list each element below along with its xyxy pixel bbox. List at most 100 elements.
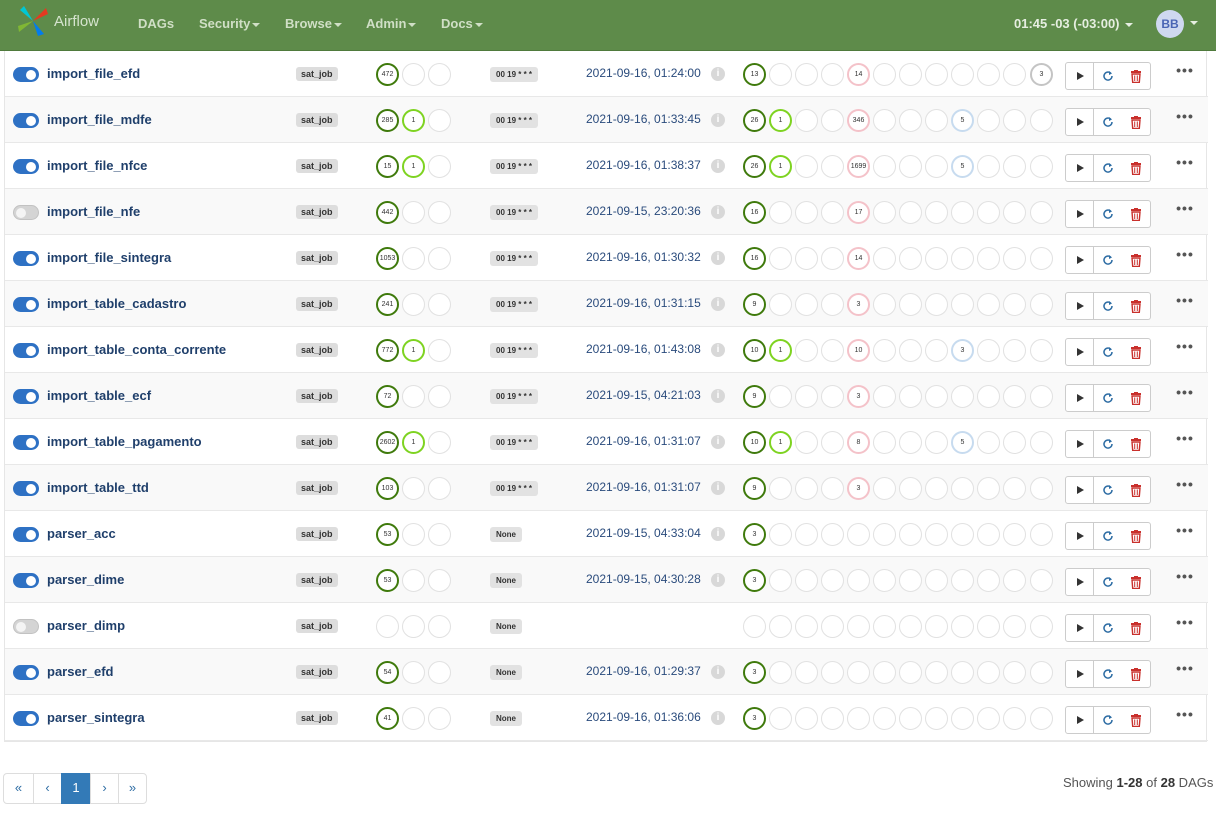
run-status-running[interactable]: 1: [402, 155, 425, 178]
dag-tag[interactable]: sat_job: [296, 67, 338, 81]
task-status-removed[interactable]: [925, 247, 948, 270]
task-status-deferred[interactable]: [977, 523, 1000, 546]
trigger-dag-button[interactable]: [1065, 706, 1094, 734]
task-status-failed[interactable]: [847, 615, 870, 638]
task-status-sensing[interactable]: [1003, 247, 1026, 270]
task-status-queued[interactable]: [795, 109, 818, 132]
nav-security[interactable]: Security: [199, 16, 261, 31]
task-status-queued[interactable]: [795, 247, 818, 270]
refresh-dag-button[interactable]: [1094, 108, 1123, 136]
last-run-link[interactable]: 2021-09-16, 01:43:08: [586, 342, 701, 356]
next-page-button[interactable]: ›: [90, 773, 119, 804]
schedule-badge[interactable]: None: [490, 573, 522, 588]
task-status-skipped[interactable]: [951, 707, 974, 730]
run-status-success[interactable]: 53: [376, 523, 399, 546]
task-status-up_for_retry[interactable]: [821, 523, 844, 546]
task-status-sensing[interactable]: [1003, 63, 1026, 86]
task-status-queued[interactable]: [795, 661, 818, 684]
run-status-running[interactable]: [402, 477, 425, 500]
dag-tag[interactable]: sat_job: [296, 435, 338, 449]
schedule-badge[interactable]: 00 19 * * *: [490, 297, 539, 312]
last-run-link[interactable]: 2021-09-15, 04:33:04: [586, 526, 701, 540]
run-status-failed[interactable]: [428, 247, 451, 270]
task-status-skipped[interactable]: 5: [951, 109, 974, 132]
task-status-scheduled[interactable]: [899, 661, 922, 684]
task-status-upstream_failed[interactable]: [873, 339, 896, 362]
task-status-skipped[interactable]: 5: [951, 155, 974, 178]
task-status-deferred[interactable]: [977, 661, 1000, 684]
delete-dag-button[interactable]: [1122, 660, 1151, 688]
task-status-sensing[interactable]: [1003, 201, 1026, 224]
task-status-skipped[interactable]: [951, 615, 974, 638]
task-status-failed[interactable]: [847, 523, 870, 546]
task-status-upstream_failed[interactable]: [873, 293, 896, 316]
pause-toggle[interactable]: [13, 343, 39, 358]
task-status-queued[interactable]: [795, 707, 818, 730]
task-status-deferred[interactable]: [977, 569, 1000, 592]
nav-docs[interactable]: Docs: [441, 16, 483, 31]
last-run-link[interactable]: 2021-09-15, 23:20:36: [586, 204, 701, 218]
task-status-failed[interactable]: [847, 707, 870, 730]
task-status-success[interactable]: 3: [743, 707, 766, 730]
dag-name-link[interactable]: import_file_mdfe: [47, 112, 152, 127]
task-status-success[interactable]: 16: [743, 201, 766, 224]
task-status-skipped[interactable]: [951, 569, 974, 592]
task-status-sensing[interactable]: [1003, 155, 1026, 178]
task-status-success[interactable]: 26: [743, 155, 766, 178]
task-status-scheduled[interactable]: [899, 109, 922, 132]
task-status-deferred[interactable]: [977, 615, 1000, 638]
task-status-success[interactable]: 9: [743, 477, 766, 500]
refresh-dag-button[interactable]: [1094, 62, 1123, 90]
refresh-dag-button[interactable]: [1094, 568, 1123, 596]
task-status-success[interactable]: 10: [743, 431, 766, 454]
task-status-scheduled[interactable]: [899, 431, 922, 454]
last-run-link[interactable]: 2021-09-16, 01:24:00: [586, 66, 701, 80]
task-status-success[interactable]: 9: [743, 293, 766, 316]
task-status-sensing[interactable]: [1003, 615, 1026, 638]
run-status-failed[interactable]: [428, 707, 451, 730]
task-status-up_for_retry[interactable]: [821, 385, 844, 408]
task-status-success[interactable]: 10: [743, 339, 766, 362]
task-status-queued[interactable]: [795, 339, 818, 362]
last-run-link[interactable]: 2021-09-15, 04:21:03: [586, 388, 701, 402]
task-status-removed[interactable]: [925, 109, 948, 132]
task-status-upstream[interactable]: [1030, 385, 1053, 408]
run-status-failed[interactable]: [428, 615, 451, 638]
run-status-running[interactable]: [402, 523, 425, 546]
task-status-upstream[interactable]: [1030, 707, 1053, 730]
more-options-icon[interactable]: •••: [1172, 706, 1198, 732]
delete-dag-button[interactable]: [1122, 62, 1151, 90]
task-status-removed[interactable]: [925, 201, 948, 224]
dag-tag[interactable]: sat_job: [296, 113, 338, 127]
more-options-icon[interactable]: •••: [1172, 200, 1198, 226]
task-status-scheduled[interactable]: [899, 247, 922, 270]
delete-dag-button[interactable]: [1122, 476, 1151, 504]
task-status-queued[interactable]: [795, 477, 818, 500]
trigger-dag-button[interactable]: [1065, 568, 1094, 596]
last-run-link[interactable]: 2021-09-16, 01:38:37: [586, 158, 701, 172]
task-status-queued[interactable]: [795, 201, 818, 224]
dag-tag[interactable]: sat_job: [296, 205, 338, 219]
refresh-dag-button[interactable]: [1094, 154, 1123, 182]
task-status-running[interactable]: [769, 293, 792, 316]
task-status-upstream_failed[interactable]: [873, 477, 896, 500]
task-status-failed[interactable]: 3: [847, 477, 870, 500]
more-options-icon[interactable]: •••: [1172, 660, 1198, 686]
task-status-queued[interactable]: [795, 569, 818, 592]
task-status-sensing[interactable]: [1003, 707, 1026, 730]
run-status-running[interactable]: [402, 707, 425, 730]
task-status-up_for_retry[interactable]: [821, 247, 844, 270]
more-options-icon[interactable]: •••: [1172, 568, 1198, 594]
refresh-dag-button[interactable]: [1094, 246, 1123, 274]
task-status-failed[interactable]: 17: [847, 201, 870, 224]
run-status-success[interactable]: 2602: [376, 431, 399, 454]
task-status-deferred[interactable]: [977, 431, 1000, 454]
dag-tag[interactable]: sat_job: [296, 159, 338, 173]
task-status-scheduled[interactable]: [899, 201, 922, 224]
trigger-dag-button[interactable]: [1065, 614, 1094, 642]
task-status-deferred[interactable]: [977, 385, 1000, 408]
task-status-deferred[interactable]: [977, 293, 1000, 316]
dag-name-link[interactable]: import_table_pagamento: [47, 434, 202, 449]
run-status-success[interactable]: 103: [376, 477, 399, 500]
task-status-up_for_retry[interactable]: [821, 569, 844, 592]
